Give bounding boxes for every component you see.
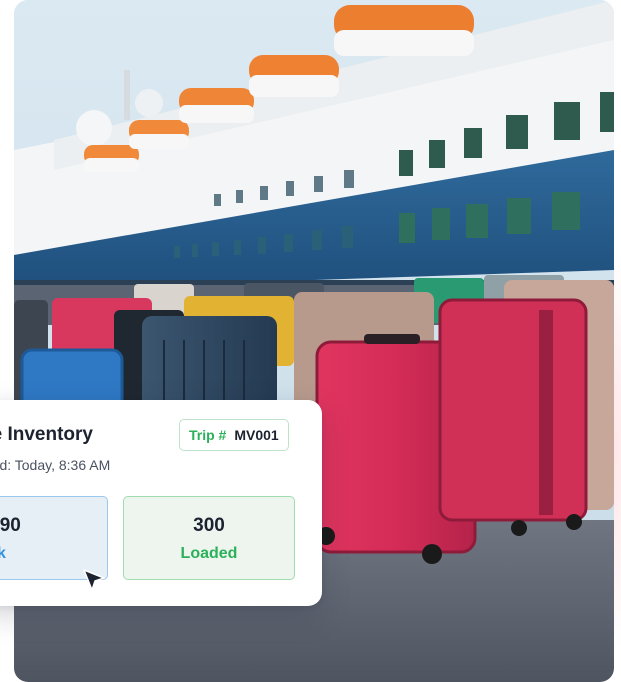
at-dock-count: 190 (0, 515, 21, 536)
baggage-inventory-card: ge Inventory ated: Today, 8:36 AM Trip #… (0, 400, 322, 606)
mouse-pointer-icon (82, 568, 106, 592)
at-dock-label: t Dock (0, 545, 6, 562)
trip-value: MV001 (234, 427, 279, 443)
hero-stage: ge Inventory ated: Today, 8:36 AM Trip #… (0, 0, 621, 682)
trip-label: Trip # (189, 427, 227, 443)
loaded-label: Loaded (180, 545, 238, 562)
loaded-stat-tile[interactable]: 300 Loaded (123, 496, 295, 580)
trip-badge: Trip # MV001 (179, 419, 289, 451)
loaded-count: 300 (193, 515, 225, 536)
card-title: ge Inventory (0, 424, 93, 445)
last-updated-text: ated: Today, 8:36 AM (0, 457, 111, 473)
